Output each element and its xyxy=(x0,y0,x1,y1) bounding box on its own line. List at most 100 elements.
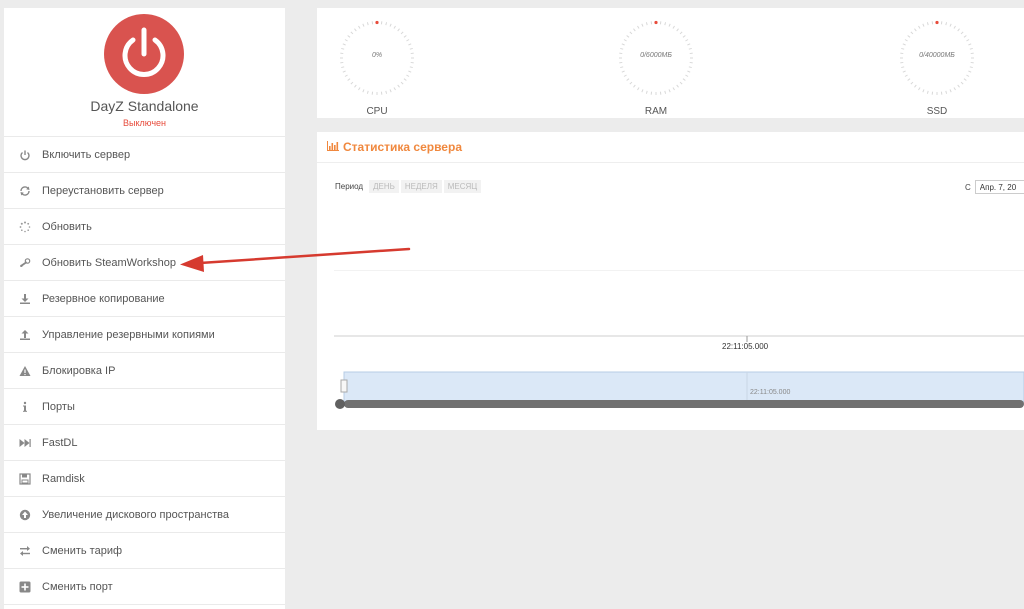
navigator-range[interactable] xyxy=(343,371,1024,403)
menu-item-backup[interactable]: Резервное копирование xyxy=(4,280,285,316)
warning-icon xyxy=(18,364,32,378)
gauge-tick xyxy=(953,25,956,29)
gauge-tick xyxy=(623,39,627,42)
gauge-tick xyxy=(664,22,667,26)
sidebar: DayZ Standalone Выключен Включить сервер… xyxy=(4,8,285,609)
gauge-tick xyxy=(960,81,964,85)
gauge-marker xyxy=(654,20,658,25)
menu-item-ports[interactable]: Порты xyxy=(4,388,285,424)
menu-item-update-steamworkshop[interactable]: Обновить SteamWorkshop xyxy=(4,244,285,280)
gauge-tick xyxy=(901,47,905,50)
spinner-icon xyxy=(18,220,32,234)
server-stats-panel: Статистика сервера Период ДЕНЬ НЕДЕЛЯ МЕ… xyxy=(317,132,1024,430)
gauge-tick xyxy=(621,70,625,73)
gauge-value: 0% xyxy=(371,52,383,59)
gauge-tick xyxy=(679,81,683,85)
gauge-tick xyxy=(679,31,683,35)
navigator-time-label: 22:11:05.000 xyxy=(750,389,791,396)
fast-forward-icon xyxy=(18,436,32,450)
gauge-marker xyxy=(935,20,939,25)
menu-item-label: Обновить xyxy=(42,220,92,233)
gauge-tick xyxy=(366,90,369,94)
menu-item-label: Переустановить сервер xyxy=(42,184,164,197)
gauge-tick xyxy=(968,43,972,46)
gauge-tick xyxy=(620,47,624,50)
gauge-tick xyxy=(637,25,640,29)
gauge-tick xyxy=(676,28,679,32)
scrollbar-handle[interactable] xyxy=(335,399,345,409)
period-month-button[interactable]: МЕСЯЦ xyxy=(443,180,482,193)
menu-item-reinstall-server[interactable]: Переустановить сервер xyxy=(4,172,285,208)
period-label: Период xyxy=(335,182,364,191)
menu-item-update[interactable]: Обновить xyxy=(4,208,285,244)
menu-item-manage-backups[interactable]: Управление резервными копиями xyxy=(4,316,285,352)
gauge-tick xyxy=(341,47,345,50)
gauge-tick xyxy=(397,28,400,32)
gauge-tick xyxy=(409,47,413,50)
gauge-tick xyxy=(685,39,689,42)
plus-square-icon xyxy=(18,580,32,594)
gauge-tick xyxy=(688,47,692,50)
gauge-tick xyxy=(688,66,692,69)
menu-item-increase-disk[interactable]: Увеличение дискового пространства xyxy=(4,496,285,532)
steam-icon xyxy=(18,256,32,270)
gauge-tick xyxy=(406,74,410,77)
gauge-tick xyxy=(406,39,410,42)
gauge-tick xyxy=(393,25,396,29)
gauge-tick xyxy=(641,23,644,27)
menu-item-label: Увеличение дискового пространства xyxy=(42,508,229,521)
menu-item-ramdisk[interactable]: Ramdisk xyxy=(4,460,285,496)
gauge-tick xyxy=(385,22,388,26)
gauge-tick xyxy=(907,35,911,38)
upload-icon xyxy=(18,328,32,342)
gauge-label: SSD xyxy=(926,106,948,117)
gauge-tick xyxy=(914,28,917,32)
gauge-tick xyxy=(901,66,905,69)
gauge-tick xyxy=(403,35,407,38)
gauge-tick xyxy=(949,23,952,27)
period-day-button[interactable]: ДЕНЬ xyxy=(369,180,399,193)
arrow-up-circle-icon xyxy=(18,508,32,522)
gauge-tick xyxy=(922,89,925,93)
gauge-tick xyxy=(957,84,960,88)
gauge-label: CPU xyxy=(366,106,388,117)
power-button[interactable] xyxy=(104,14,184,94)
refresh-icon xyxy=(18,184,32,198)
gauge-tick xyxy=(918,87,921,91)
gauge-tick xyxy=(645,22,648,26)
gauge-tick xyxy=(645,90,648,94)
gauge-tick xyxy=(350,31,354,35)
gauge-tick xyxy=(637,87,640,91)
server-status: Выключен xyxy=(123,118,166,128)
gauge-tick xyxy=(966,39,970,42)
gauge-label: RAM xyxy=(644,106,668,117)
gauge-tick xyxy=(904,39,908,42)
gauge-tick xyxy=(969,47,973,50)
gauge-tick xyxy=(966,74,970,77)
date-range: С xyxy=(965,180,1024,194)
gauge-tick xyxy=(672,25,675,29)
menu-item-fastdl[interactable]: FastDL xyxy=(4,424,285,460)
gauge-tick xyxy=(953,87,956,91)
gauge-tick xyxy=(397,84,400,88)
gauge-value: 0/6000МБ xyxy=(640,52,672,59)
gauge-tick xyxy=(347,35,351,38)
date-from-input[interactable] xyxy=(974,180,1024,194)
gauge-tick xyxy=(945,22,948,26)
menu-item-change-plan[interactable]: Сменить тариф xyxy=(4,532,285,568)
gauge-tick xyxy=(341,66,345,69)
gauge-tick xyxy=(350,81,354,85)
gauge-ram: 0/6000МБ RAM xyxy=(616,18,696,117)
menu-item-change-port[interactable]: Сменить порт xyxy=(4,568,285,604)
gauge-tick xyxy=(358,87,361,91)
gauge-tick xyxy=(354,84,357,88)
navigator-scrollbar[interactable] xyxy=(344,400,1024,408)
gauge-cpu: 0% CPU xyxy=(337,18,417,117)
server-profile: DayZ Standalone Выключен xyxy=(4,8,285,136)
gauge-tick xyxy=(389,89,392,93)
navigator-handle[interactable] xyxy=(340,379,348,393)
menu-item-ip-block[interactable]: Блокировка IP xyxy=(4,352,285,388)
menu-item-start-server[interactable]: Включить сервер xyxy=(4,136,285,172)
gauge-tick xyxy=(668,89,671,93)
period-week-button[interactable]: НЕДЕЛЯ xyxy=(400,180,442,193)
